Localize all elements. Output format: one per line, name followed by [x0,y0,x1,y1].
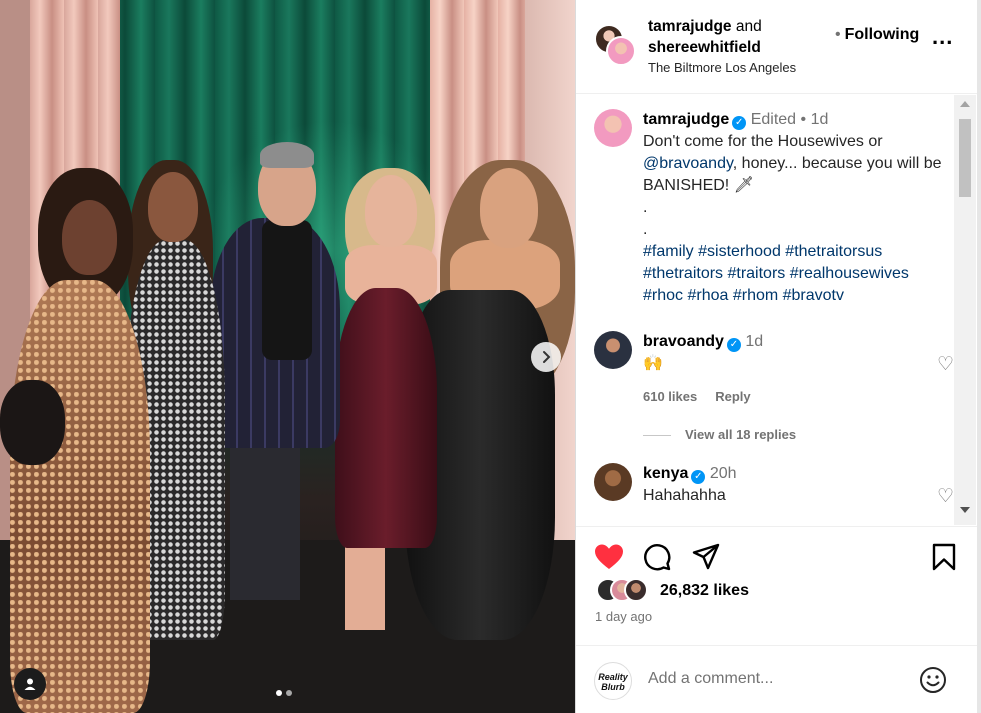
comment-time: 1d [745,333,764,350]
post-actions [576,526,978,586]
post-header: tamrajudge and shereewhitfield • Followin… [576,0,978,94]
comments-scrollbar[interactable] [954,95,976,525]
caption-body-1: Don't come for the Housewives or [643,133,883,150]
avatar[interactable] [594,463,632,501]
scroll-down-arrow[interactable] [960,507,970,513]
caption-username[interactable]: tamrajudge [643,111,729,128]
comment-time: 20h [709,465,737,482]
like-button[interactable] [594,543,624,576]
likes-count[interactable]: 26,832 likes [660,582,749,600]
scrollbar-thumb[interactable] [959,119,971,197]
mention-link[interactable]: @bravoandy [643,155,733,172]
verified-icon: ✓ [726,338,741,352]
user-icon [24,678,36,690]
carousel-dot-active [276,690,282,696]
comment-username[interactable]: bravoandy [643,333,724,350]
like-comment-button[interactable]: ♡ [937,485,954,508]
post-authors: tamrajudge and shereewhitfield [648,16,762,58]
emoji-button[interactable] [919,666,947,694]
heart-filled-icon [595,544,623,569]
post-side-panel: tamrajudge and shereewhitfield • Followin… [575,0,978,713]
emoji-icon [920,667,946,693]
share-icon [692,543,720,570]
more-options-icon[interactable]: ... [932,26,953,48]
comment-input[interactable] [648,670,898,688]
avatar[interactable] [594,109,632,147]
chevron-right-icon [543,351,551,363]
view-replies-button[interactable]: View all 18 replies [643,427,796,442]
comments-list[interactable]: tamrajudge ✓ Edited • 1d Don't come for t… [576,95,978,525]
comment-body: 🙌 [643,355,663,372]
comment: bravoandy ✓ 1d 🙌 ♡ 610 likes Reply [594,331,954,431]
edited-label: Edited [750,111,797,128]
author-conjunction: and [735,18,762,35]
view-replies-label: View all 18 replies [685,427,797,442]
location-link[interactable]: The Biltmore Los Angeles [648,60,796,75]
caption-dot: . [643,199,648,216]
divider [643,435,671,437]
caption-text: tamrajudge ✓ Edited • 1d Don't come for t… [643,109,943,307]
comment-button[interactable] [643,543,671,576]
heart-outline-icon: ♡ [936,486,954,507]
following-button[interactable]: • Following [835,26,919,44]
post-time: 1 day ago [595,609,653,624]
save-button[interactable] [931,543,957,576]
comment-username[interactable]: kenya [643,465,688,482]
share-button[interactable] [692,543,720,576]
bookmark-icon [932,543,956,571]
add-comment-bar: Reality Blurb [576,645,978,713]
tagged-users-button[interactable] [14,668,46,700]
comment-meta: 610 likes Reply [643,389,769,404]
reply-button[interactable]: Reply [715,389,750,404]
heart-outline-icon: ♡ [936,354,954,375]
following-label: Following [844,26,920,43]
verified-icon: ✓ [691,470,706,484]
author-username[interactable]: shereewhitfield [648,39,761,56]
comment-body: Hahahahha [643,487,726,504]
avatar[interactable] [594,331,632,369]
hashtags[interactable]: #family #sisterhood #thetraitorsus #thet… [643,243,909,304]
comment-text: kenya ✓ 20h Hahahahha [643,463,943,507]
current-user-avatar[interactable]: Reality Blurb [594,662,632,700]
comment: kenya ✓ 20h Hahahahha ♡ [594,463,954,523]
page-scrollbar[interactable] [977,0,981,713]
caption-time: 1d [810,111,829,128]
author-username[interactable]: tamrajudge [648,18,732,35]
next-slide-button[interactable] [531,342,561,372]
carousel-indicator [276,690,292,696]
carousel-dot [286,690,292,696]
comment-text: bravoandy ✓ 1d 🙌 [643,331,943,375]
caption-dot: . [643,221,648,238]
avatar[interactable] [606,36,636,66]
avatar [624,578,648,602]
comment-likes[interactable]: 610 likes [643,389,697,404]
post-photo[interactable] [0,0,575,713]
separator-dot: • [835,26,841,43]
author-avatars[interactable] [594,24,636,66]
comment-icon [644,544,671,571]
verified-icon: ✓ [732,116,747,130]
avatar-logo-text: Reality [598,672,628,682]
separator-dot: • [800,111,807,128]
scroll-up-arrow[interactable] [960,101,970,107]
like-comment-button[interactable]: ♡ [937,353,954,376]
avatar-logo-text: Blurb [601,682,625,692]
